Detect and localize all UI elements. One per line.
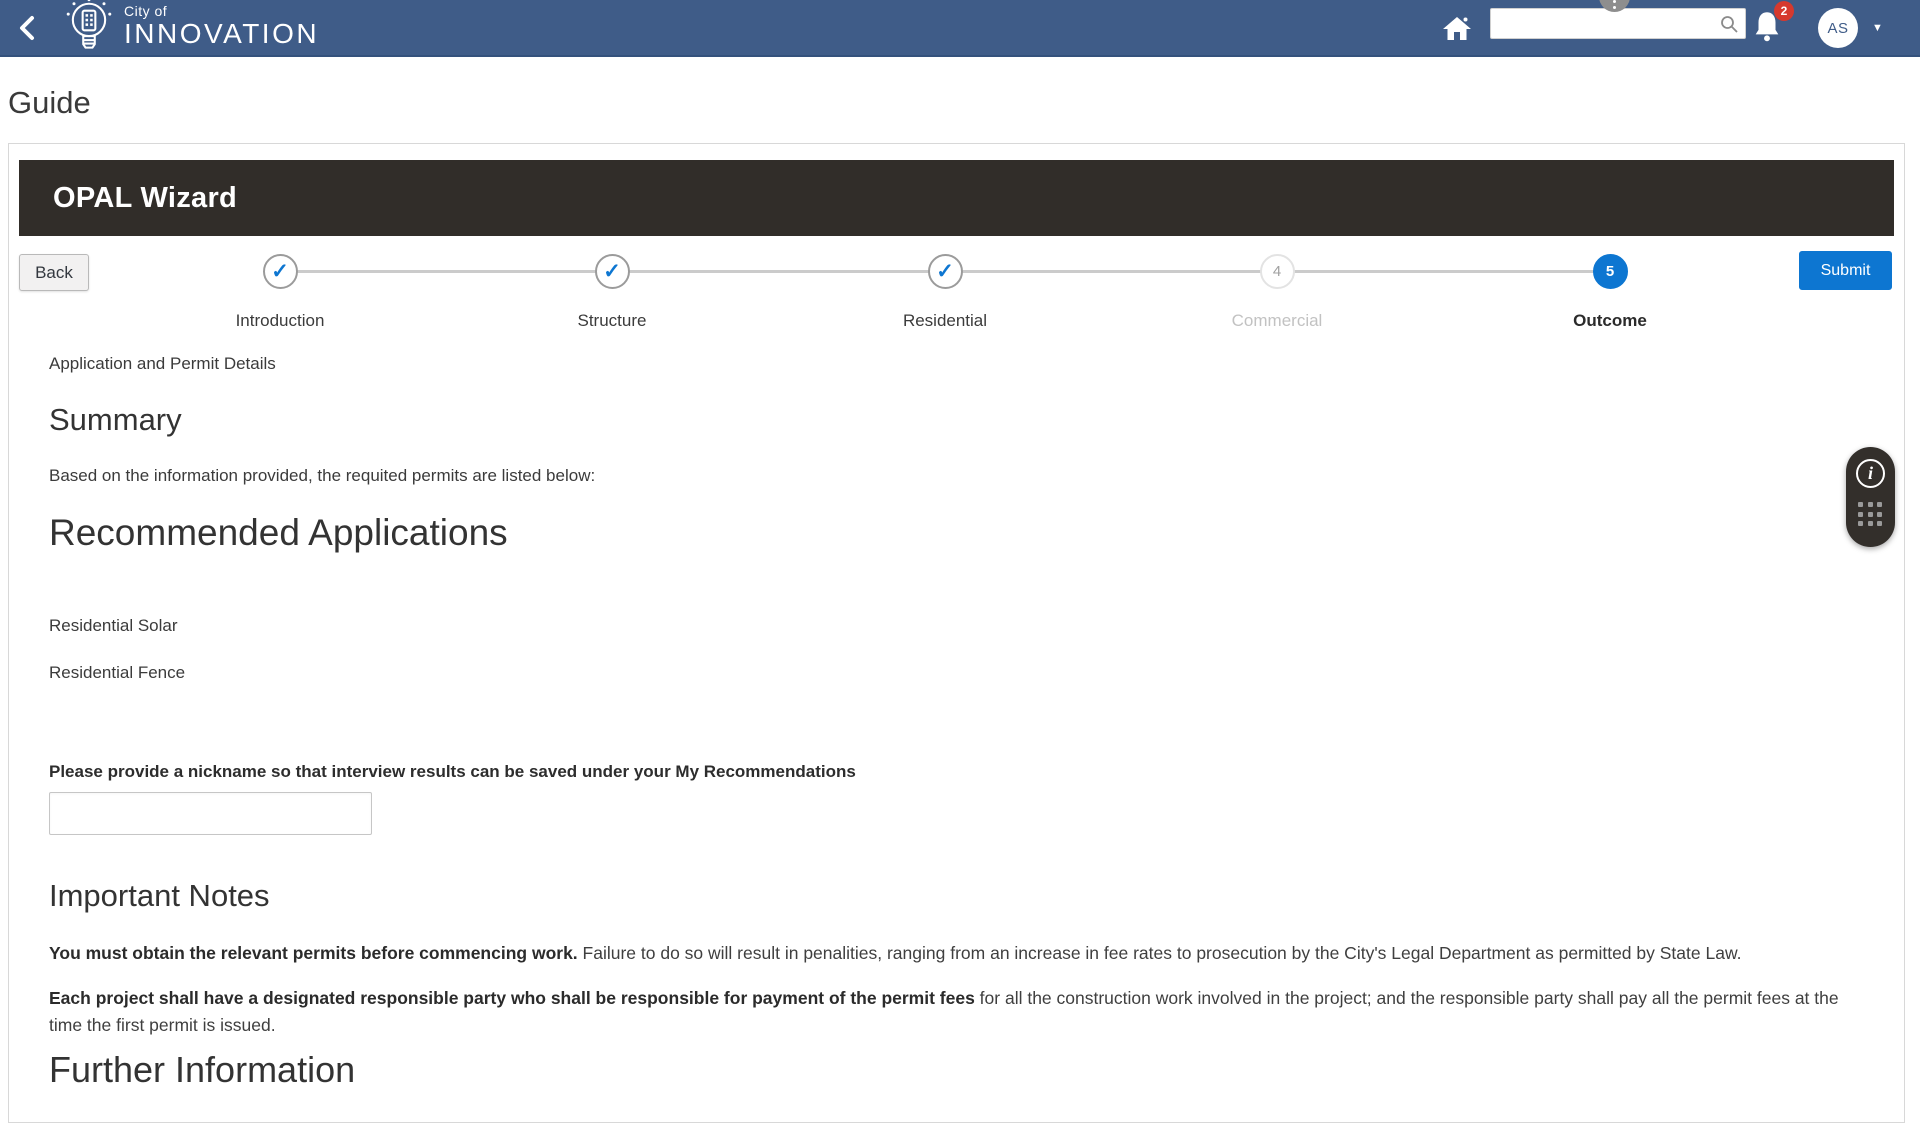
step-residential: ✓ Residential — [835, 254, 1055, 331]
search-icon[interactable] — [1719, 14, 1739, 34]
step-residential-circle[interactable]: ✓ — [928, 254, 963, 289]
note-regular-text: Failure to do so will result in penaliti… — [578, 943, 1742, 963]
wizard-card: OPAL Wizard Back Submit ✓ Introduction ✓… — [8, 143, 1905, 1123]
search-input[interactable] — [1491, 9, 1709, 38]
wizard-header: OPAL Wizard — [19, 160, 1894, 236]
lightbulb-icon — [60, 0, 118, 58]
city-of-innovation-logo: City of INNOVATION — [60, 0, 319, 57]
step-commercial: 4 Commercial — [1167, 254, 1387, 331]
info-icon[interactable]: i — [1856, 459, 1885, 488]
recommendation-item: Residential Solar — [49, 616, 178, 636]
step-introduction-label: Introduction — [170, 311, 390, 331]
dial-pad-icon[interactable] — [1858, 502, 1883, 527]
check-icon: ✓ — [603, 259, 621, 284]
search-box — [1490, 8, 1746, 39]
wizard-title: OPAL Wizard — [53, 182, 237, 215]
logo-text: City of INNOVATION — [124, 0, 319, 48]
recommendation-item: Residential Fence — [49, 663, 185, 683]
check-icon: ✓ — [936, 259, 954, 284]
floating-help-widget: i — [1846, 447, 1895, 547]
recommended-applications-heading: Recommended Applications — [49, 512, 508, 554]
step-number: 4 — [1273, 263, 1281, 280]
user-menu-caret-icon[interactable]: ▼ — [1872, 22, 1883, 34]
nickname-label: Please provide a nickname so that interv… — [49, 762, 856, 782]
back-chevron-icon[interactable] — [14, 14, 42, 42]
important-notes-heading: Important Notes — [49, 878, 270, 914]
step-outcome-circle[interactable]: 5 — [1593, 254, 1628, 289]
notification-badge: 2 — [1774, 1, 1794, 21]
summary-heading: Summary — [49, 402, 182, 438]
step-introduction: ✓ Introduction — [170, 254, 390, 331]
avatar-initials: AS — [1827, 20, 1848, 37]
logo-innovation: INNOVATION — [124, 20, 319, 48]
user-avatar[interactable]: AS — [1818, 8, 1858, 48]
further-information-heading: Further Information — [49, 1049, 355, 1091]
step-commercial-circle[interactable]: 4 — [1260, 254, 1295, 289]
back-button[interactable]: Back — [19, 254, 89, 291]
step-residential-label: Residential — [835, 311, 1055, 331]
note-paragraph: Each project shall have a designated res… — [49, 985, 1874, 1039]
top-navigation-bar: City of INNOVATION 2 AS ▼ — [0, 0, 1920, 57]
step-structure: ✓ Structure — [502, 254, 722, 331]
step-commercial-label: Commercial — [1167, 311, 1387, 331]
step-structure-label: Structure — [502, 311, 722, 331]
step-structure-circle[interactable]: ✓ — [595, 254, 630, 289]
summary-text: Based on the information provided, the r… — [49, 466, 595, 486]
check-icon: ✓ — [271, 259, 289, 284]
nickname-input[interactable] — [49, 792, 372, 835]
submit-button[interactable]: Submit — [1799, 251, 1892, 290]
step-introduction-circle[interactable]: ✓ — [263, 254, 298, 289]
step-outcome: 5 Outcome — [1500, 254, 1720, 331]
section-subtitle: Application and Permit Details — [49, 354, 276, 374]
info-icon-glyph: i — [1868, 463, 1873, 484]
step-number: 5 — [1606, 263, 1614, 280]
note-paragraph: You must obtain the relevant permits bef… — [49, 940, 1874, 967]
page-title: Guide — [8, 85, 91, 121]
note-bold-text: Each project shall have a designated res… — [49, 988, 975, 1008]
note-bold-text: You must obtain the relevant permits bef… — [49, 943, 578, 963]
logo-city-of: City of — [124, 4, 319, 18]
home-icon[interactable] — [1441, 12, 1473, 44]
step-outcome-label: Outcome — [1500, 311, 1720, 331]
